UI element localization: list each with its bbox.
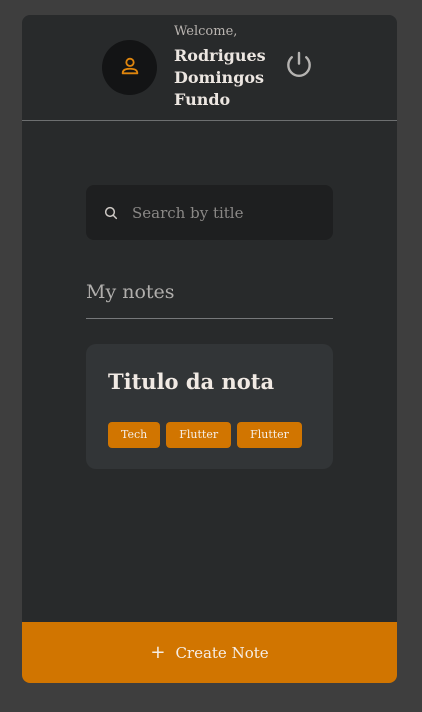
tag-chip: Flutter bbox=[166, 422, 232, 448]
search-input[interactable] bbox=[130, 202, 324, 223]
user-name-line: Rodrigues bbox=[174, 46, 266, 65]
user-icon bbox=[119, 55, 141, 81]
note-title: Titulo da nota bbox=[108, 369, 275, 394]
search-box bbox=[86, 185, 333, 240]
logout-button[interactable] bbox=[282, 50, 316, 84]
power-icon bbox=[283, 49, 315, 85]
tag-chip: Tech bbox=[108, 422, 161, 448]
search-icon bbox=[102, 204, 120, 222]
user-name-line: Fundo bbox=[174, 90, 231, 109]
avatar bbox=[102, 40, 157, 95]
welcome-block: Welcome, Rodrigues Domingos Fundo bbox=[174, 23, 274, 111]
user-name-line: Domingos bbox=[174, 68, 265, 87]
app-panel: Welcome, Rodrigues Domingos Fundo Search… bbox=[22, 15, 397, 683]
header: Welcome, Rodrigues Domingos Fundo bbox=[22, 15, 397, 121]
tag-chip: Flutter bbox=[237, 422, 302, 448]
welcome-label: Welcome, bbox=[174, 24, 238, 39]
tag-list: Tech Flutter Flutter bbox=[108, 422, 302, 448]
create-note-button[interactable]: + Create Note bbox=[22, 622, 397, 683]
user-name: Rodrigues Domingos Fundo bbox=[174, 45, 274, 111]
plus-icon: + bbox=[150, 641, 166, 663]
note-card[interactable]: Titulo da nota Tech Flutter Flutter bbox=[86, 344, 333, 469]
section-divider bbox=[86, 318, 333, 319]
create-note-label: Create Note bbox=[175, 643, 269, 662]
section-title: My notes bbox=[86, 281, 175, 303]
